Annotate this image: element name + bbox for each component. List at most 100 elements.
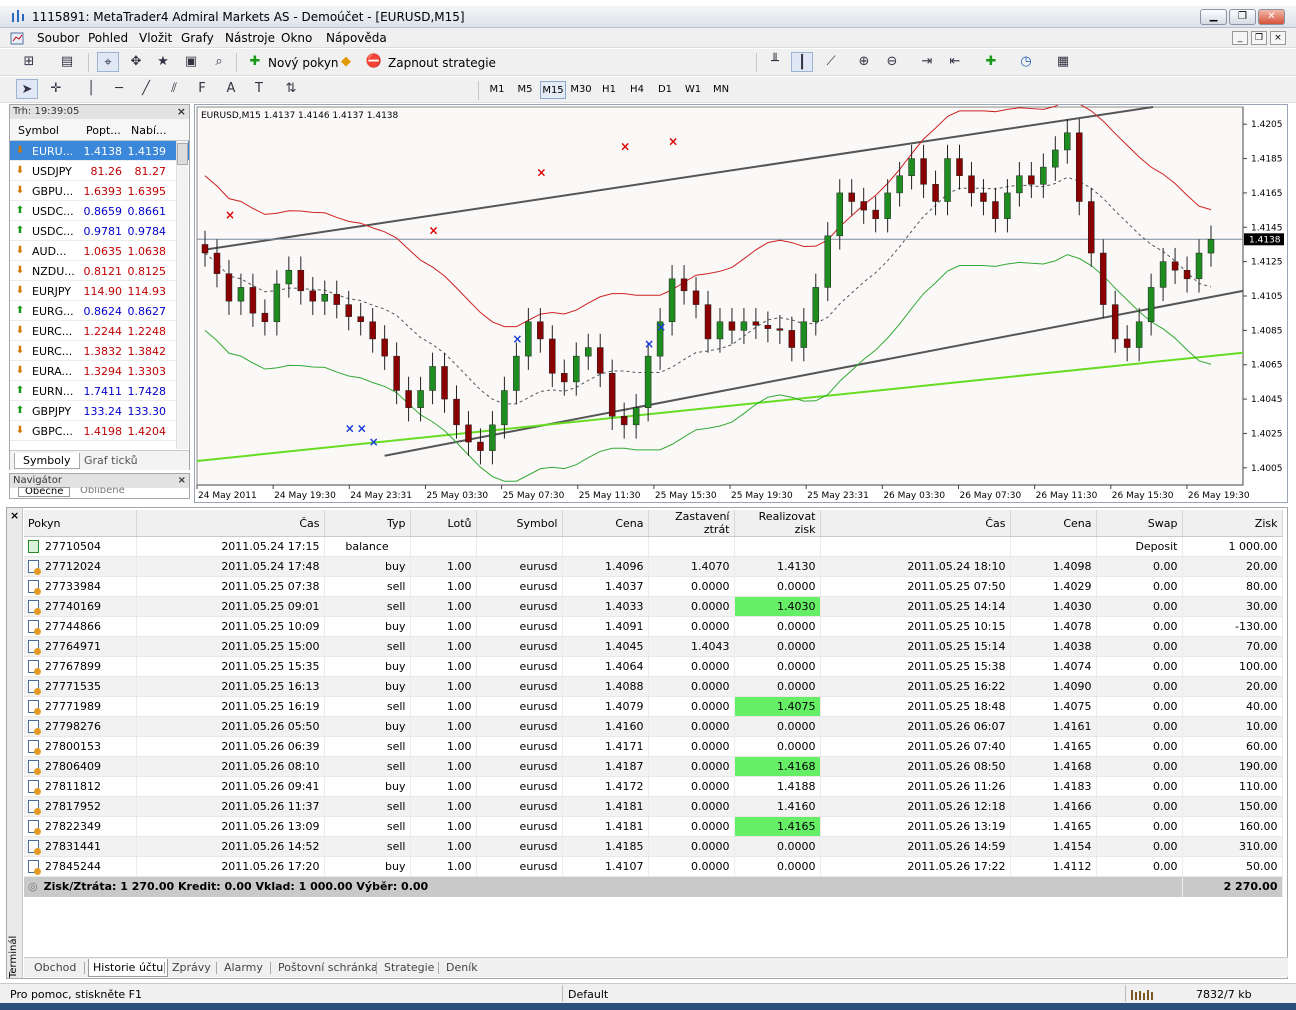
market-watch-row[interactable]: ⬆ USDC... 0.8659 0.8661 xyxy=(10,201,189,221)
terminal-tab-2[interactable]: Zprávy xyxy=(168,959,215,977)
market-watch-row[interactable]: ⬇ EURU... 1.4138 1.4139 xyxy=(10,141,189,161)
indicators-icon[interactable]: ✚ xyxy=(980,52,1002,72)
menu-soubor[interactable]: Soubor xyxy=(37,31,79,45)
profiles-icon[interactable]: ▤ xyxy=(56,52,78,72)
tab-general[interactable]: Obecné xyxy=(18,487,71,497)
navigator-icon[interactable]: ★ xyxy=(152,52,174,72)
text-label-icon[interactable]: T xyxy=(248,79,270,99)
data-window-icon[interactable]: ✥ xyxy=(125,52,147,72)
history-row[interactable]: 27740169 2011.05.25 09:01 sell 1.00 eurusd 1.… xyxy=(24,596,1283,617)
history-row[interactable]: 27764971 2011.05.25 15:00 sell 1.00 eurusd 1.… xyxy=(24,636,1283,657)
market-watch-icon[interactable]: ⌖ xyxy=(97,52,119,72)
close-button[interactable]: ✕ xyxy=(1258,9,1285,25)
col-take-profit[interactable]: Realizovat zisk xyxy=(734,510,821,537)
mdi-restore-button[interactable]: ❐ xyxy=(1251,31,1267,45)
market-watch-row[interactable]: ⬆ EURG... 0.8624 0.8627 xyxy=(10,301,189,321)
terminal-tab-1[interactable]: Historie účtu xyxy=(88,959,169,977)
arrows-icon[interactable]: ⇅ xyxy=(280,79,302,99)
maximize-button[interactable]: ❐ xyxy=(1229,9,1256,25)
col-stop-loss[interactable]: Zastavení ztrát xyxy=(648,510,735,537)
timeframe-m15[interactable]: M15 xyxy=(540,81,566,99)
terminal-tab-5[interactable]: Strategie xyxy=(380,959,438,977)
mdi-close-button[interactable]: × xyxy=(1270,31,1286,45)
timeframe-m30[interactable]: M30 xyxy=(568,81,594,99)
market-watch-row[interactable]: ⬇ EURC... 1.2244 1.2248 xyxy=(10,321,189,341)
metaeditor-icon[interactable]: ◆ xyxy=(335,52,357,72)
candlestick-chart-icon[interactable]: ┃ xyxy=(791,52,813,72)
col-type[interactable]: Typ xyxy=(324,510,411,537)
col-profit[interactable]: Zisk xyxy=(1182,510,1283,537)
history-row[interactable]: 27733984 2011.05.25 07:38 sell 1.00 eurusd 1.… xyxy=(24,576,1283,597)
terminal-close-icon[interactable]: × xyxy=(10,509,19,522)
new-order-button[interactable]: Nový pokyn xyxy=(268,56,339,70)
history-row[interactable]: 27798276 2011.05.26 05:50 buy 1.00 eurusd 1.4… xyxy=(24,716,1283,737)
chart-window[interactable]: 1.4205 1.4185 1.4165 1.4145 1.4125 1.4105 1.40… xyxy=(194,104,1288,503)
history-row[interactable]: 27767899 2011.05.25 15:35 buy 1.00 eurusd 1.4… xyxy=(24,656,1283,677)
timeframe-m5[interactable]: M5 xyxy=(512,81,538,99)
col-open-price[interactable]: Cena xyxy=(562,510,649,537)
terminal-tab-4[interactable]: Poštovní schránka xyxy=(274,959,382,977)
timeframe-w1[interactable]: W1 xyxy=(680,81,706,99)
menu-napoveda[interactable]: Nápověda xyxy=(326,31,387,45)
col-close-time[interactable]: Čas xyxy=(820,510,1011,537)
history-row[interactable]: 27831441 2011.05.26 14:52 sell 1.00 eurusd 1.… xyxy=(24,836,1283,857)
col-symbol[interactable]: Symbol xyxy=(18,124,59,137)
minimize-button[interactable]: ▁ xyxy=(1200,9,1227,25)
col-lots[interactable]: Lotů xyxy=(410,510,477,537)
col-order[interactable]: Pokyn xyxy=(24,510,137,537)
market-watch-row[interactable]: ⬇ GBPC... 1.4198 1.4204 xyxy=(10,421,189,441)
market-watch-row[interactable]: ⬆ EURN... 1.7411 1.7428 xyxy=(10,381,189,401)
trendline-icon[interactable]: ╱ xyxy=(135,79,157,99)
history-row[interactable]: 27744866 2011.05.25 10:09 buy 1.00 eurusd 1.4… xyxy=(24,616,1283,637)
terminal-tab-6[interactable]: Deník xyxy=(442,959,482,977)
menu-vlozit[interactable]: Vložit xyxy=(139,31,172,45)
cursor-icon[interactable]: ➤ xyxy=(16,79,38,99)
templates-icon[interactable]: ▦ xyxy=(1052,52,1074,72)
timeframe-mn[interactable]: MN xyxy=(708,81,734,99)
history-row[interactable]: 27771535 2011.05.25 16:13 buy 1.00 eurusd 1.4… xyxy=(24,676,1283,697)
market-watch-row[interactable]: ⬆ GBPJPY 133.24 133.30 xyxy=(10,401,189,421)
market-watch-row[interactable]: ⬇ AUD... 1.0635 1.0638 xyxy=(10,241,189,261)
new-order-icon[interactable]: ✚ xyxy=(244,52,266,72)
history-row[interactable]: 27771989 2011.05.25 16:19 sell 1.00 eurusd 1.… xyxy=(24,696,1283,717)
market-watch-row[interactable]: ⬇ GBPU... 1.6393 1.6395 xyxy=(10,181,189,201)
col-bid[interactable]: Popt... xyxy=(86,124,121,137)
tab-tick-chart[interactable]: Graf ticků xyxy=(76,453,146,469)
market-watch-row[interactable]: ⬇ EURA... 1.3294 1.3303 xyxy=(10,361,189,381)
periods-icon[interactable]: ◷ xyxy=(1015,52,1037,72)
history-row[interactable]: 27710504 2011.05.24 17:15 balance Deposit 1 … xyxy=(24,536,1283,557)
market-watch-close-icon[interactable]: × xyxy=(177,105,186,119)
zoom-out-icon[interactable]: ⊖ xyxy=(881,52,903,72)
history-row[interactable]: 27712024 2011.05.24 17:48 buy 1.00 eurusd 1.4… xyxy=(24,556,1283,577)
col-swap[interactable]: Swap xyxy=(1096,510,1183,537)
expert-advisors-icon[interactable]: ⛔ xyxy=(363,52,385,72)
text-icon[interactable]: A xyxy=(220,79,242,99)
strategy-tester-icon[interactable]: ⌕ xyxy=(208,52,230,72)
tab-symbols[interactable]: Symboly xyxy=(14,453,80,469)
col-open-time[interactable]: Čas xyxy=(136,510,325,537)
market-watch-scrollbar[interactable] xyxy=(176,141,188,449)
expert-advisors-button[interactable]: Zapnout strategie xyxy=(388,56,496,70)
vertical-line-icon[interactable]: │ xyxy=(80,79,102,99)
col-close-price[interactable]: Cena xyxy=(1010,510,1097,537)
market-watch-row[interactable]: ⬇ EURC... 1.3832 1.3842 xyxy=(10,341,189,361)
timeframe-d1[interactable]: D1 xyxy=(652,81,678,99)
history-row[interactable]: 27800153 2011.05.26 06:39 sell 1.00 eurusd 1.… xyxy=(24,736,1283,757)
menu-okno[interactable]: Okno xyxy=(281,31,312,45)
timeframe-m1[interactable]: M1 xyxy=(484,81,510,99)
menu-nastroje[interactable]: Nástroje xyxy=(225,31,275,45)
navigator-close-icon[interactable]: × xyxy=(178,474,186,488)
market-watch-row[interactable]: ⬆ USDC... 0.9781 0.9784 xyxy=(10,221,189,241)
col-symbol[interactable]: Symbol xyxy=(476,510,563,537)
terminal-tab-3[interactable]: Alarmy xyxy=(220,959,267,977)
terminal-tab-0[interactable]: Obchod xyxy=(30,959,80,977)
mdi-minimize-button[interactable]: _ xyxy=(1232,31,1248,45)
history-row[interactable]: 27817952 2011.05.26 11:37 sell 1.00 eurusd 1.… xyxy=(24,796,1283,817)
chart-shift-icon[interactable]: ⇤ xyxy=(944,52,966,72)
market-watch-row[interactable]: ⬇ EURJPY 114.90 114.93 xyxy=(10,281,189,301)
zoom-in-icon[interactable]: ⊕ xyxy=(853,52,875,72)
terminal-icon[interactable]: ▣ xyxy=(180,52,202,72)
menu-grafy[interactable]: Grafy xyxy=(181,31,214,45)
history-row[interactable]: 27806409 2011.05.26 08:10 sell 1.00 eurusd 1.… xyxy=(24,756,1283,777)
line-chart-icon[interactable]: ⟋ xyxy=(820,52,842,72)
